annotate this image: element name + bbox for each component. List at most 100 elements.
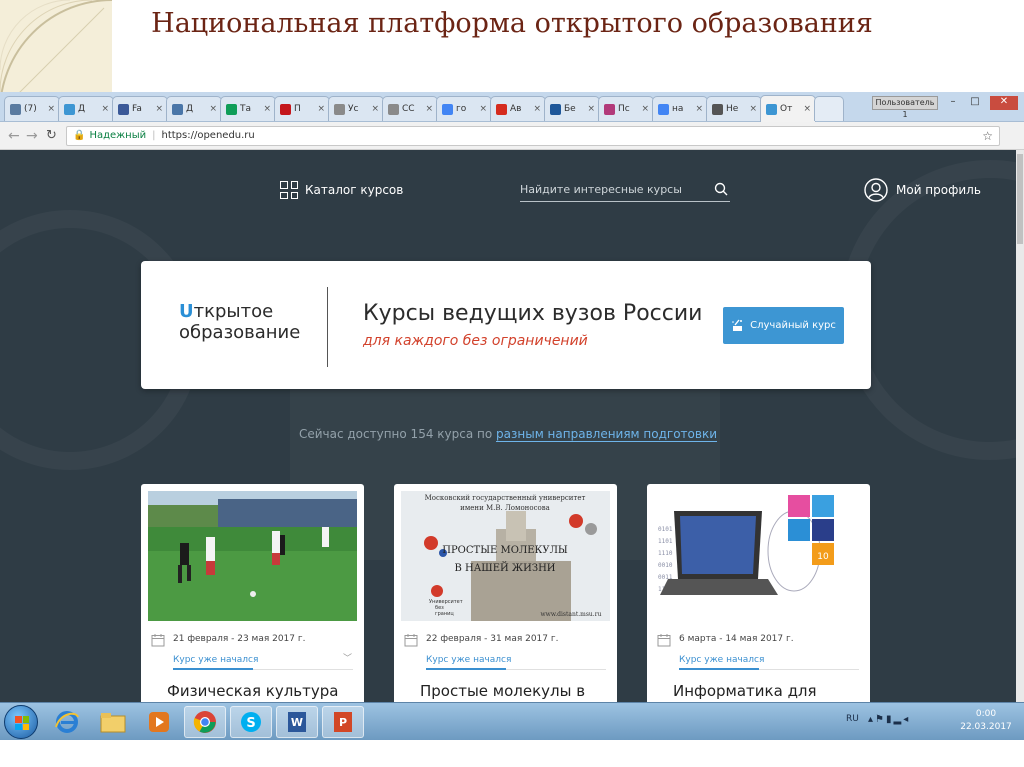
new-tab-button[interactable] (814, 96, 844, 121)
directions-link[interactable]: разным направлениям подготовки (496, 427, 718, 442)
windows-logo-icon (15, 716, 29, 730)
tab-close-icon[interactable]: × (587, 104, 595, 114)
system-clock[interactable]: 0:00 22.03.2017 (958, 708, 1014, 734)
forward-icon[interactable]: → (26, 128, 38, 144)
word-icon: W (288, 712, 306, 732)
maximize-button[interactable]: □ (966, 96, 984, 110)
tab-title: Та (240, 104, 252, 114)
browser-tab[interactable]: Та × (220, 96, 276, 121)
search-input[interactable]: Найдите интересные курсы (520, 178, 730, 202)
tab-title: Д (186, 104, 194, 114)
search-icon[interactable] (714, 182, 728, 196)
url-text: https://openedu.ru (161, 130, 255, 141)
profile-link[interactable]: Мой профиль (864, 178, 981, 202)
browser-tab[interactable]: го × (436, 96, 492, 121)
tab-close-icon[interactable]: × (749, 104, 757, 114)
browser-tab[interactable]: (7) × (4, 96, 60, 121)
powerpoint-taskbar-button[interactable]: P (322, 706, 364, 738)
network-icon: ▮ (886, 714, 894, 725)
flag-icon (496, 103, 507, 115)
svg-text:0101: 0101 (658, 526, 673, 533)
hero-banner: Uткрытое образование Курсы ведущих вузов… (141, 261, 871, 389)
user-badge[interactable]: Пользователь 1 (872, 96, 938, 119)
browser-tab[interactable]: От × (760, 95, 816, 122)
tab-close-icon[interactable]: × (479, 104, 487, 114)
browser-tab[interactable]: Не × (706, 96, 762, 121)
svg-text:S: S (246, 716, 255, 731)
close-window-button[interactable]: ✕ (990, 96, 1018, 110)
language-indicator[interactable]: RU (846, 714, 859, 724)
bookmark-star-icon[interactable]: ☆ (982, 127, 993, 145)
tab-close-icon[interactable]: × (317, 104, 325, 114)
course-dates: 21 февраля - 23 мая 2017 г. (173, 634, 306, 644)
svg-text:0010: 0010 (658, 562, 673, 569)
explorer-taskbar-button[interactable] (92, 706, 134, 738)
openedu-logo[interactable]: Uткрытое образование (179, 301, 300, 343)
tab-close-icon[interactable]: × (209, 104, 217, 114)
tab-close-icon[interactable]: × (641, 104, 649, 114)
catalog-label: Каталог курсов (305, 183, 404, 197)
vk-icon (10, 103, 21, 115)
browser-tab[interactable]: Ус × (328, 96, 384, 121)
browser-tab[interactable]: Д × (166, 96, 222, 121)
tab-close-icon[interactable]: × (695, 104, 703, 114)
hbr-icon (280, 103, 291, 115)
browser-tab[interactable]: П × (274, 96, 330, 121)
course-image[interactable]: Московский государственный университет и… (401, 491, 610, 621)
skype-taskbar-button[interactable]: S (230, 706, 272, 738)
browser-tab[interactable]: Бе × (544, 96, 600, 121)
random-course-button[interactable]: Случайный курс (723, 307, 844, 344)
course-image-title-2: В НАШЕЙ ЖИЗНИ (454, 562, 555, 574)
tab-title: Ус (348, 104, 359, 114)
minimize-button[interactable]: – (944, 96, 962, 110)
tab-close-icon[interactable]: × (803, 104, 811, 114)
course-card[interactable]: Московский государственный университет и… (394, 484, 617, 702)
browser-tab[interactable]: СС × (382, 96, 438, 121)
course-title[interactable]: Простые молекулы в (420, 682, 585, 700)
user-icon (864, 178, 888, 202)
catalog-link[interactable]: Каталог курсов (280, 181, 403, 199)
sheets-icon (226, 103, 237, 115)
tab-close-icon[interactable]: × (155, 104, 163, 114)
browser-tab[interactable]: Ав × (490, 96, 546, 121)
flag-icon: ⚑ (875, 714, 886, 725)
tab-close-icon[interactable]: × (47, 104, 55, 114)
openedu-icon (64, 103, 75, 115)
b-icon (712, 103, 723, 115)
mail-icon (604, 103, 615, 115)
svg-text:1110: 1110 (658, 550, 673, 557)
magic-wand-icon (732, 319, 743, 331)
tab-close-icon[interactable]: × (101, 104, 109, 114)
course-title[interactable]: Физическая культура (167, 682, 338, 700)
tab-close-icon[interactable]: × (263, 104, 271, 114)
course-title[interactable]: Информатика для (673, 682, 817, 700)
course-image[interactable]: 010111011110 001000111100 10 (654, 491, 863, 621)
tab-title: го (456, 104, 467, 114)
tab-close-icon[interactable]: × (533, 104, 541, 114)
tray-icons[interactable]: ▴⚑▮▂◂ (868, 714, 910, 725)
browser-tab[interactable]: Fa × (112, 96, 168, 121)
reload-icon[interactable]: ↻ (46, 128, 57, 143)
scrollbar[interactable] (1016, 150, 1024, 702)
tab-close-icon[interactable]: × (371, 104, 379, 114)
browser-tab[interactable]: на × (652, 96, 708, 121)
address-bar[interactable]: 🔒 Надежный | https://openedu.ru ☆ (66, 126, 1000, 146)
badge-line-3: границ (435, 611, 454, 617)
course-card[interactable]: 21 февраля - 23 мая 2017 г. Курс уже нач… (141, 484, 364, 702)
word-taskbar-button[interactable]: W (276, 706, 318, 738)
course-image[interactable] (148, 491, 357, 621)
media-taskbar-button[interactable] (138, 706, 180, 738)
browser-tab[interactable]: Пс × (598, 96, 654, 121)
browser-tab[interactable]: Д × (58, 96, 114, 121)
media-player-icon (149, 712, 169, 732)
tab-title: П (294, 104, 301, 114)
back-icon[interactable]: ← (8, 128, 20, 144)
chrome-taskbar-button[interactable] (184, 706, 226, 738)
start-button[interactable] (4, 705, 38, 739)
chevron-down-icon[interactable]: ﹀ (343, 651, 352, 664)
tab-close-icon[interactable]: × (425, 104, 433, 114)
course-card[interactable]: 010111011110 001000111100 10 6 марта - (647, 484, 870, 702)
grid-icon (280, 181, 298, 199)
tab-title: От (780, 104, 793, 114)
ie-taskbar-button[interactable] (46, 706, 88, 738)
